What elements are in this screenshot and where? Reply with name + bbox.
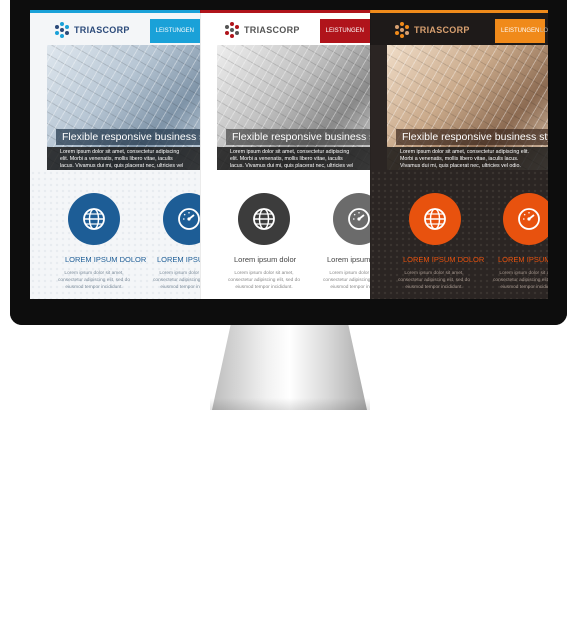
feature-title: LOREM IPSUM: [498, 255, 548, 264]
hero-text: Lorem ipsum dolor sit amet, consectetur …: [217, 147, 370, 170]
hexagon-dots-logo-icon: [394, 22, 410, 38]
feature-title: LOREM IPSUM DOLOR: [403, 255, 485, 264]
theme-preview-dark: TRIASCORP LEISTUNGEN LO Flexible respons…: [370, 10, 548, 299]
stand-shadow: [210, 398, 370, 410]
speedometer-icon: [348, 208, 370, 230]
monitor-chin: [10, 298, 567, 325]
hero-text: Lorem ipsum dolor sit amet, consectetur …: [47, 147, 200, 170]
feature-text: Lorem ipsum dolor sit amet, consectetur …: [153, 271, 200, 290]
hero-banner: Flexible responsive business style Lorem…: [217, 45, 370, 170]
globe-icon: [253, 208, 275, 230]
site-header: TRIASCORP LEISTUNGEN LO: [370, 13, 548, 45]
feature-circle-globe[interactable]: [409, 193, 461, 245]
hexagon-dots-logo-icon: [54, 22, 70, 38]
theme-preview-gray: TRIASCORP LEISTUNGEN Flexible responsive…: [200, 10, 370, 299]
hero-title: Flexible responsive business style: [396, 129, 548, 145]
hero-title: Flexible responsive business style: [56, 129, 200, 145]
feature-circle-globe[interactable]: [238, 193, 290, 245]
hero-title: Flexible responsive business style: [226, 129, 370, 145]
feature-circle-speedometer[interactable]: [333, 193, 370, 245]
hexagon-dots-logo-icon: [224, 22, 240, 38]
nav-next-item[interactable]: LO: [538, 19, 548, 43]
apple-logo-icon: [281, 604, 295, 618]
nav-leistungen[interactable]: LEISTUNGEN: [149, 19, 200, 43]
nav-leistungen[interactable]: LEISTUNGEN: [319, 19, 370, 43]
feature-text: Lorem ipsum dolor sit amet, consectetur …: [323, 271, 370, 290]
site-logo[interactable]: TRIASCORP: [54, 21, 130, 39]
feature-circle-speedometer[interactable]: [503, 193, 548, 245]
logo-text: TRIASCORP: [244, 25, 300, 35]
logo-text: TRIASCORP: [414, 25, 470, 35]
site-logo[interactable]: TRIASCORP: [224, 21, 300, 39]
site-header: TRIASCORP LEISTUNGEN: [30, 13, 200, 45]
feature-title: Lorem ipsum: [327, 255, 370, 264]
logo-text: TRIASCORP: [74, 25, 130, 35]
theme-preview-blue: TRIASCORP LEISTUNGEN Flexible responsive…: [30, 10, 200, 299]
site-header: TRIASCORP LEISTUNGEN: [200, 13, 370, 45]
globe-icon: [424, 208, 446, 230]
hero-banner: Flexible responsive business style Lorem…: [47, 45, 200, 170]
feature-text: Lorem ipsum dolor sit amet, consectetur …: [493, 271, 548, 290]
feature-text: Lorem ipsum dolor sit amet, consectetur …: [398, 271, 470, 290]
feature-title: Lorem ipsum dolor: [234, 255, 297, 264]
feature-text: Lorem ipsum dolor sit amet, consectetur …: [58, 271, 130, 290]
feature-title: LOREM IPSUM DOLOR: [65, 255, 147, 264]
monitor-screen: TRIASCORP LEISTUNGEN Flexible responsive…: [30, 10, 548, 299]
feature-text: Lorem ipsum dolor sit amet, consectetur …: [228, 271, 300, 290]
hero-banner: Flexible responsive business style Lorem…: [387, 45, 548, 170]
speedometer-icon: [518, 208, 540, 230]
speedometer-icon: [178, 208, 200, 230]
hero-text: Lorem ipsum dolor sit amet, consectetur …: [387, 147, 548, 170]
globe-icon: [83, 208, 105, 230]
feature-circle-globe[interactable]: [68, 193, 120, 245]
feature-title: LOREM IPSUM: [157, 255, 200, 264]
site-logo[interactable]: TRIASCORP: [394, 21, 470, 39]
